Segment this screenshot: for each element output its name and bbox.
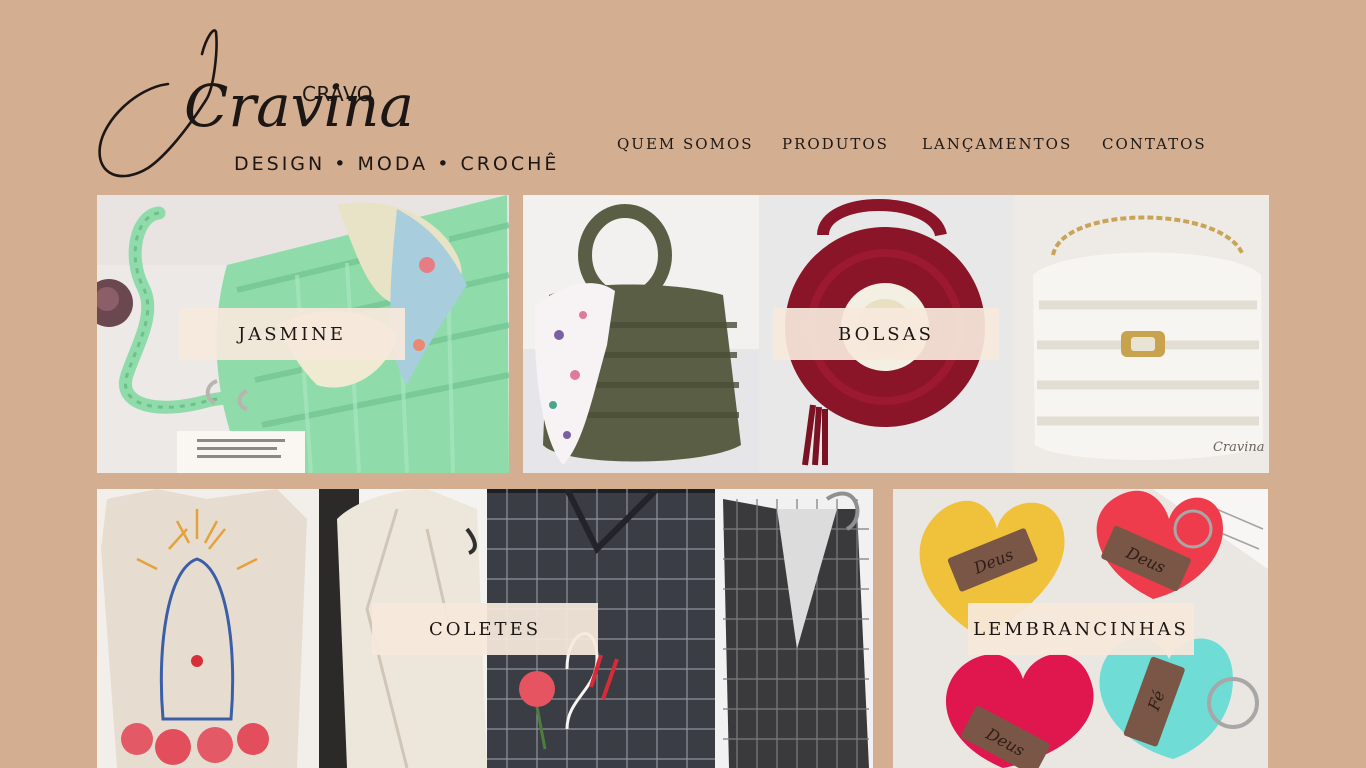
nav-lancamentos[interactable]: LANÇAMENTOS [922, 135, 1072, 153]
tile-lembrancinhas[interactable]: Deus Deus Deus Fé LEMBRANCINHAS [893, 489, 1268, 768]
tile-bolsas-label: BOLSAS [773, 308, 999, 360]
nav-produtos[interactable]: PRODUTOS [782, 135, 889, 153]
tile-coletes[interactable]: COLETES [97, 489, 873, 768]
logo-cravo-word: CRAVO [302, 82, 374, 106]
tile-coletes-label: COLETES [372, 603, 598, 655]
nav-quem-somos[interactable]: QUEM SOMOS [617, 135, 754, 153]
tile-jasmine[interactable]: JASMINE [97, 195, 509, 473]
nav-contatos[interactable]: CONTATOS [1102, 135, 1207, 153]
tile-bolsas[interactable]: Cravina BOLSAS [523, 195, 1269, 473]
brand-logo[interactable]: Cravina CRAVO DESIGN • MODA • CROCHÊ [96, 28, 556, 188]
photo-signature-text: Cravina [1213, 440, 1265, 455]
logo-tagline: DESIGN • MODA • CROCHÊ [234, 153, 560, 175]
tile-lembrancinhas-label: LEMBRANCINHAS [968, 603, 1194, 655]
main-nav: QUEM SOMOS PRODUTOS LANÇAMENTOS CONTATOS [0, 135, 1366, 155]
tile-jasmine-label: JASMINE [179, 308, 405, 360]
logo-script-text: Cravina [184, 72, 414, 140]
